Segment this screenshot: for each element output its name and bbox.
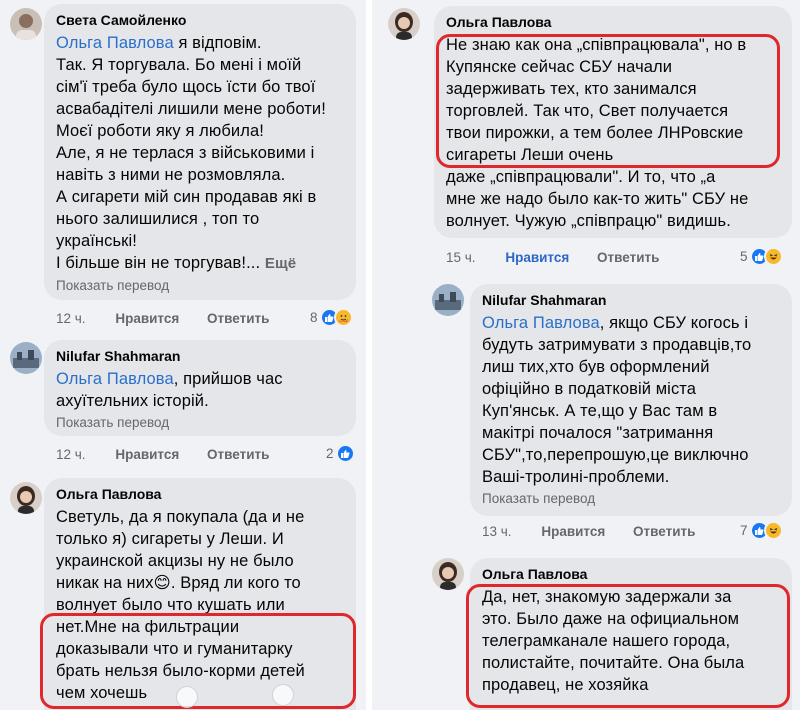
avatar[interactable] <box>432 558 464 590</box>
overlay-circle <box>176 686 198 708</box>
comment-author[interactable]: Ольга Павлова <box>482 566 780 583</box>
like-button[interactable]: Нравится <box>505 250 569 265</box>
show-translation-link[interactable]: Показать перевод <box>56 278 344 293</box>
comment-time[interactable]: 15 ч. <box>446 250 476 265</box>
comment-bubble: Nilufar Shahmaran Ольга Павлова, прийшов… <box>44 340 356 436</box>
show-translation-link[interactable]: Показать перевод <box>56 415 344 430</box>
comment-author[interactable]: Света Самойленко <box>56 12 344 29</box>
see-more-link[interactable]: Ещё <box>265 255 296 272</box>
comment-time[interactable]: 12 ч. <box>56 447 86 462</box>
comment-text: Ольга Павлова, прийшов час ахуїтельних і… <box>56 370 283 410</box>
mention-link[interactable]: Ольга Павлова <box>56 370 174 388</box>
comment-author[interactable]: Ольга Павлова <box>56 486 344 503</box>
left-comments-panel: Света Самойленко Ольга Павлова я відпові… <box>0 0 366 710</box>
haha-reaction-icon <box>763 521 783 540</box>
comment-text: Ольга Павлова, якщо СБУ когось і будуть … <box>482 314 752 486</box>
reaction-count: 7 <box>740 523 748 538</box>
comment-text: Да, нет, знакомую задержали за это. Было… <box>482 588 745 694</box>
reply-button[interactable]: Ответить <box>597 250 659 265</box>
like-button[interactable]: Нравится <box>541 524 605 539</box>
right-comments-panel: Ольга Павлова Не знаю как она „співпрацю… <box>372 0 800 710</box>
comment-bubble: Ольга Павлова Не знаю как она „співпрацю… <box>434 6 792 238</box>
comment-actions: 15 ч. Нравится Ответить <box>446 250 659 265</box>
reactions-summary[interactable]: 2 <box>326 444 355 463</box>
comment-actions: 12 ч. Нравится Ответить <box>56 447 269 462</box>
care-reaction-icon <box>333 308 353 327</box>
like-reaction-icon <box>335 444 355 463</box>
comment-bubble: Света Самойленко Ольга Павлова я відпові… <box>44 4 356 300</box>
reply-button[interactable]: Ответить <box>207 311 269 326</box>
avatar[interactable] <box>10 342 42 374</box>
comment-actions: 12 ч. Нравится Ответить <box>56 311 269 326</box>
avatar[interactable] <box>10 482 42 514</box>
comment-bubble: Ольга Павлова Да, нет, знакомую задержал… <box>470 558 792 710</box>
reactions-summary[interactable]: 8 <box>310 308 353 327</box>
reply-button[interactable]: Ответить <box>207 447 269 462</box>
avatar[interactable] <box>10 8 42 40</box>
comment-bubble: Nilufar Shahmaran Ольга Павлова, якщо СБ… <box>470 284 792 516</box>
reaction-count: 5 <box>740 249 748 264</box>
haha-reaction-icon <box>763 247 783 266</box>
comment-time[interactable]: 12 ч. <box>56 311 86 326</box>
reaction-count: 8 <box>310 310 318 325</box>
avatar[interactable] <box>432 284 464 316</box>
reply-button[interactable]: Ответить <box>633 524 695 539</box>
comment-text: Светуль, да я покупала (да и не только я… <box>56 508 305 702</box>
comment-author[interactable]: Nilufar Shahmaran <box>482 292 780 309</box>
mention-link[interactable]: Ольга Павлова <box>482 314 600 332</box>
reaction-count: 2 <box>326 446 334 461</box>
reactions-summary[interactable]: 7 <box>740 521 783 540</box>
comment-actions: 13 ч. Нравится Ответить <box>482 524 695 539</box>
overlay-circle <box>272 684 294 706</box>
avatar[interactable] <box>388 8 420 40</box>
comment-bubble: Ольга Павлова Светуль, да я покупала (да… <box>44 478 356 710</box>
like-button[interactable]: Нравится <box>115 311 179 326</box>
comment-author[interactable]: Nilufar Shahmaran <box>56 348 344 365</box>
show-translation-link[interactable]: Показать перевод <box>482 491 780 506</box>
like-button[interactable]: Нравится <box>115 447 179 462</box>
comment-time[interactable]: 13 ч. <box>482 524 512 539</box>
comment-text: Не знаю как она „співпрацювала", но в Ку… <box>446 36 749 230</box>
mention-link[interactable]: Ольга Павлова <box>56 34 174 52</box>
comment-text: Ольга Павлова я відповім. Так. Я торгува… <box>56 34 326 272</box>
reactions-summary[interactable]: 5 <box>740 247 783 266</box>
comment-author[interactable]: Ольга Павлова <box>446 14 780 31</box>
